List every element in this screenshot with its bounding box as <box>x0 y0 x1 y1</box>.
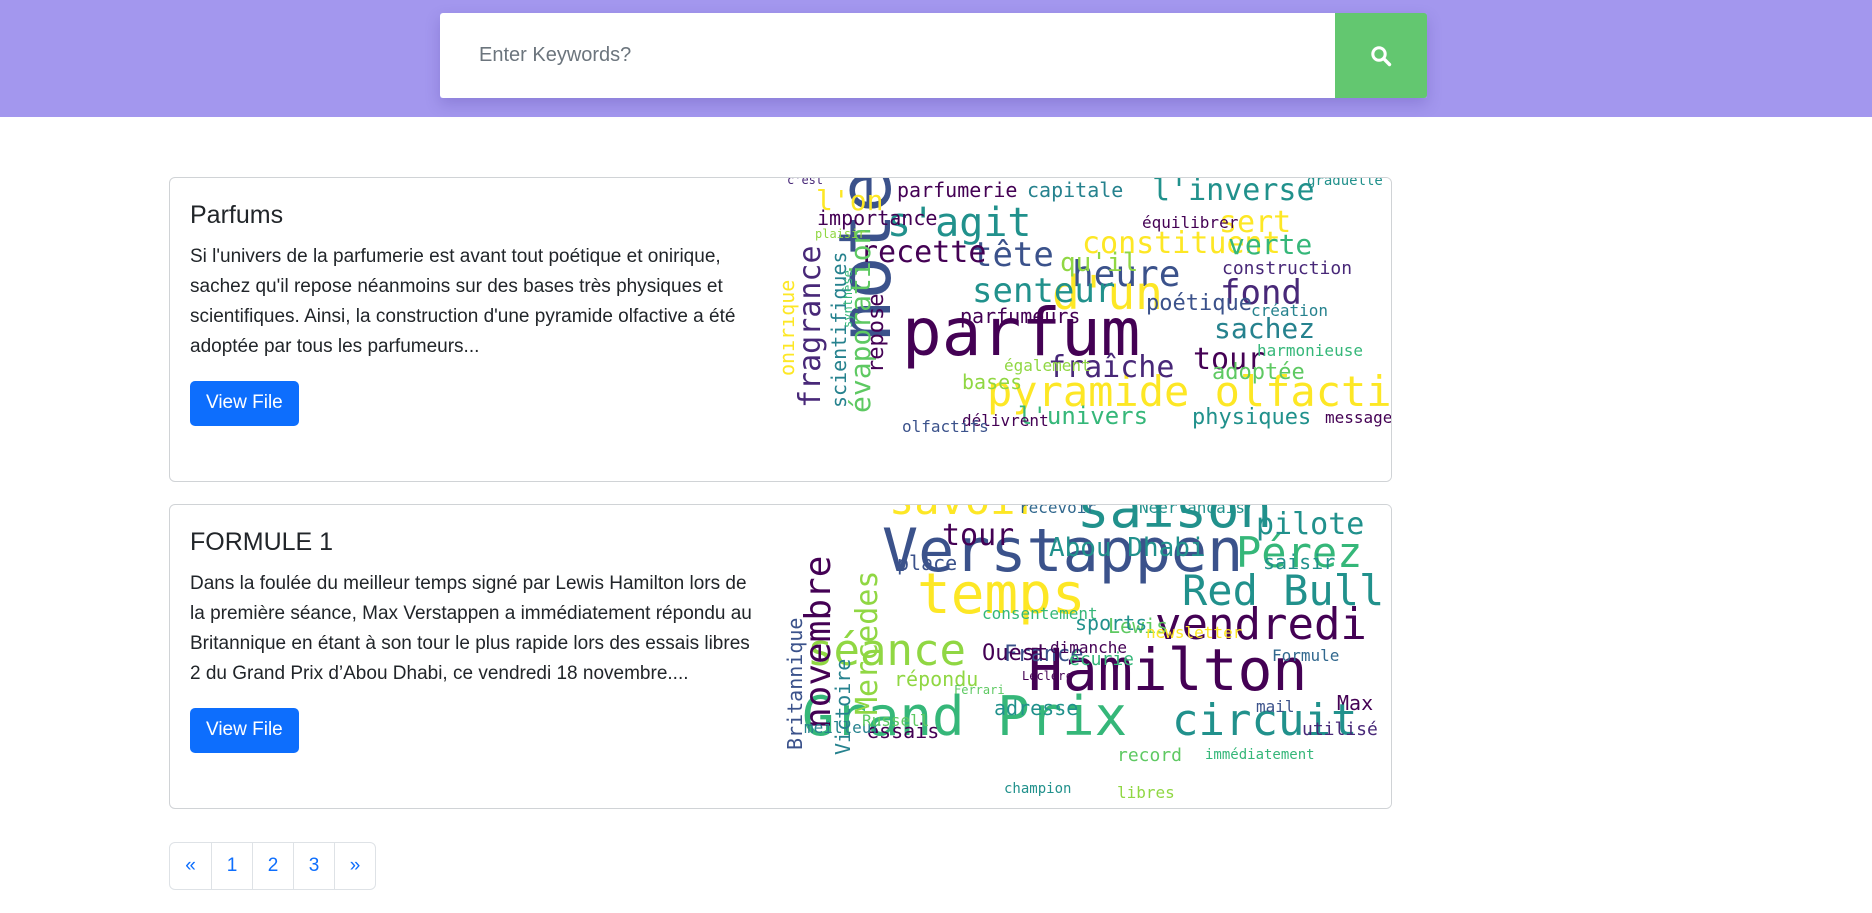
wordcloud-word-plaisir: plaisir <box>815 227 866 241</box>
wordcloud-word-capitale: capitale <box>1027 178 1123 202</box>
wordcloud-word-parfumeurs: parfumeurs <box>960 304 1080 328</box>
wordcloud-word-immediatement: immédiatement <box>1205 747 1315 763</box>
wordcloud-word-poetique: poétique <box>1146 291 1252 316</box>
wordcloud-word-ouest: Ouest <box>982 641 1048 666</box>
pagination-page-2[interactable]: 2 <box>252 843 293 889</box>
wordcloud-word-russell: Russell <box>862 711 929 730</box>
search-input[interactable] <box>440 13 1335 98</box>
pagination-page-1[interactable]: 1 <box>211 843 252 889</box>
wordcloud-word-max: Max <box>1337 691 1373 715</box>
wordcloud-word-consentement: consentement <box>982 604 1098 623</box>
wordcloud-word-recette: recette <box>860 235 986 270</box>
wordcloud-word-olfactifs: olfactifs <box>902 417 989 436</box>
wordcloud-word-synthese: synthèse <box>841 270 855 328</box>
wordcloud-word-newsletter: newsletter <box>1146 623 1243 642</box>
card-excerpt: Si l'univers de la parfumerie est avant … <box>190 246 736 357</box>
wordcloud-word-mail: mail <box>1256 697 1295 716</box>
pagination-page-3[interactable]: 3 <box>293 843 334 889</box>
wordcloud-word-leclerc: Leclerc <box>1022 669 1073 683</box>
wordcloud-word-neerlandais: Néerlandais <box>1139 505 1245 517</box>
result-card: Parfums Si l'univers de la parfumerie es… <box>169 177 1392 482</box>
wordcloud-word-construction: construction <box>1222 258 1352 279</box>
pagination: « 1 2 3 » <box>169 842 376 890</box>
wordcloud-word-physiques: physiques <box>1192 405 1311 430</box>
pagination-next[interactable]: » <box>334 843 375 889</box>
result-card: FORMULE 1 Dans la foulée du meilleur tem… <box>169 504 1392 809</box>
wordcloud-word-recevoir: recevoir <box>1019 505 1096 517</box>
card-body: FORMULE 1 Dans la foulée du meilleur tem… <box>190 527 758 753</box>
wordcloud-word-abou-dhabi: Abou Dhabi <box>1049 533 1206 563</box>
wordcloud-word-repose: repose <box>864 294 889 373</box>
card-title: FORMULE 1 <box>190 528 334 556</box>
wordcloud-word-champion: champion <box>1004 781 1071 797</box>
wordcloud-word-saisir: saisir <box>1263 550 1335 574</box>
wordcloud-word-equilibrer: équilibrer <box>1142 213 1239 232</box>
wordcloud-word-parfumerie: parfumerie <box>897 178 1017 202</box>
wordcloud-word-tour: tour <box>942 518 1014 553</box>
top-header-bar <box>0 0 1872 117</box>
view-file-button[interactable]: View File <box>190 708 299 753</box>
wordcloud-word-ecurie: écurie <box>1069 649 1134 670</box>
pagination-prev[interactable]: « <box>170 843 211 889</box>
wordcloud-word-formule: Formule <box>1272 646 1339 665</box>
wordcloud-word-messages: messages <box>1325 408 1392 427</box>
wordcloud-word-utilise: utilisé <box>1302 719 1378 740</box>
wordcloud-word-c-est: c'est <box>787 178 823 187</box>
wordcloud-word-onirique: onirique <box>782 280 799 376</box>
wordcloud-word-egalement: également <box>1004 356 1091 375</box>
wordcloud-image: parfumnotes'agitpyramide olfactiveheured… <box>782 178 1392 481</box>
card-body: Parfums Si l'univers de la parfumerie es… <box>190 200 758 426</box>
wordcloud-word-harmonieuse: harmonieuse <box>1257 341 1363 360</box>
wordcloud-word-l-inverse: l'inverse <box>1152 178 1315 208</box>
wordcloud-word-victoire: Victoire <box>831 659 855 755</box>
wordcloud-word-libres: libres <box>1117 783 1175 802</box>
wordcloud-image: VerstappenHamiltonGrand Prixsaisontempss… <box>782 505 1391 808</box>
wordcloud-word-graduelle: graduelle <box>1307 178 1383 189</box>
card-excerpt: Dans la foulée du meilleur temps signé p… <box>190 573 752 684</box>
wordcloud-word-ferrari: Ferrari <box>954 683 1005 697</box>
card-title: Parfums <box>190 201 284 229</box>
search-icon <box>1371 45 1392 66</box>
wordcloud-word-place: place <box>897 551 957 575</box>
wordcloud-word-record: record <box>1117 745 1182 766</box>
wordcloud-word-adresse: adresse <box>994 696 1078 720</box>
search-button[interactable] <box>1335 13 1427 98</box>
wordcloud-word-mercedes: Mercedes <box>850 571 885 716</box>
wordcloud-word-qu-il: qu'il <box>1060 248 1138 278</box>
view-file-button[interactable]: View File <box>190 381 299 426</box>
wordcloud-word-adoptee: adoptée <box>1212 360 1305 385</box>
wordcloud-word-creation: création <box>1251 301 1328 320</box>
search-bar <box>440 13 1427 98</box>
wordcloud-word-pilote: pilote <box>1256 507 1364 542</box>
